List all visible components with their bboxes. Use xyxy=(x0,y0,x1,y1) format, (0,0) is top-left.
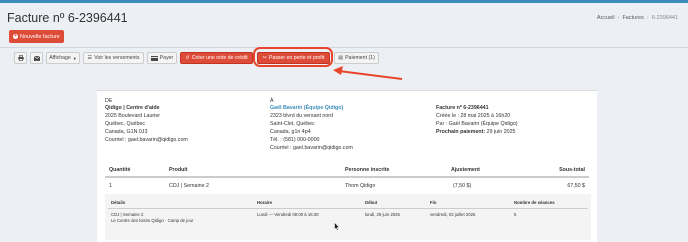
credit-note-button[interactable]: ↺ Créer une note de crédit xyxy=(180,52,253,64)
breadcrumb-separator: › xyxy=(617,15,620,21)
breadcrumb-separator: › xyxy=(646,15,649,21)
breadcrumb-current: 6-2396441 xyxy=(651,15,678,21)
col-header-product: Produit xyxy=(169,167,188,173)
undo-icon: ↺ xyxy=(185,55,190,61)
invoice-author: Par : Gaël Bavarin (Équipe Qidigo) xyxy=(436,121,518,127)
from-address-line3: Canada, G1N 0J3 xyxy=(105,129,148,135)
display-dropdown[interactable]: Affichage ▼ xyxy=(46,52,80,64)
view-payments-button[interactable]: ☰ Voir les versements xyxy=(83,52,144,64)
display-dropdown-label: Affichage xyxy=(49,55,71,61)
envelope-icon xyxy=(33,55,40,61)
highlight-annotation xyxy=(253,47,333,67)
col-header-person: Personne inscrite xyxy=(345,167,390,173)
credit-note-label: Créer une note de crédit xyxy=(191,55,248,61)
invoice-card: DE Qidigo | Centre d'aide 2025 Boulevard… xyxy=(97,90,597,242)
to-address-line2: Saint-Clet, Québec xyxy=(270,121,315,127)
next-payment-date: 29 juin 2025 xyxy=(486,129,516,135)
row-product: CDJ | Semaine 2 xyxy=(169,183,209,189)
row-quantity: 1 xyxy=(109,183,112,189)
file-icon: ▤ xyxy=(338,55,344,61)
new-invoice-label: Nouvelle facture xyxy=(20,33,60,40)
table-header-divider xyxy=(105,176,589,178)
print-button[interactable] xyxy=(14,52,27,64)
details-header-start: Début xyxy=(365,200,378,205)
credit-card-icon xyxy=(150,55,158,61)
divider xyxy=(0,47,688,48)
row-subtotal: 67,50 $ xyxy=(567,183,585,189)
col-header-adjustment: Ajustement xyxy=(451,167,480,173)
breadcrumb: Accueil › Factures › 6-2396441 xyxy=(597,15,678,21)
print-icon xyxy=(17,55,24,61)
list-icon: ☰ xyxy=(87,55,93,61)
from-email: Courriel : gael.bavarin@qidigo.com xyxy=(105,137,188,143)
pay-button[interactable]: Payer xyxy=(147,52,177,64)
details-line2: Le Centre des loisirs Qidigo · Camp de j… xyxy=(111,218,194,223)
next-payment: Prochain paiement: 29 juin 2025 xyxy=(436,129,516,137)
row-person: Thom Qidigo xyxy=(345,183,376,189)
from-address-line1: 2025 Boulevard Laurier xyxy=(105,113,161,119)
details-start: lundi, 29 juin 2026 xyxy=(365,212,400,217)
row-adjustment: (7,50 $) xyxy=(453,183,472,189)
invoice-number: Facture nº 6-2396441 xyxy=(436,105,489,111)
details-end: vendredi, 03 juillet 2026 xyxy=(430,212,476,217)
to-name-link[interactable]: Gaël Bavarin (Équipe Qidigo) xyxy=(270,105,343,113)
col-header-quantity: Quantité xyxy=(109,167,131,173)
details-header-schedule: Horaire xyxy=(257,200,273,205)
page-title: Facture nº 6-2396441 xyxy=(7,11,128,25)
details-header-details: Détails xyxy=(111,200,126,205)
details-schedule: Lundi — Vendredi 09:00 à 16:30 xyxy=(257,212,319,217)
details-header-sessions: Nombre de séances xyxy=(514,200,555,205)
email-button[interactable] xyxy=(30,52,43,64)
breadcrumb-home[interactable]: Accueil xyxy=(597,15,615,21)
new-invoice-button[interactable]: + Nouvelle facture xyxy=(9,30,64,43)
next-payment-label: Prochain paiement: xyxy=(436,129,486,135)
details-panel: Détails Horaire Début Fin Nombre de séan… xyxy=(105,194,591,240)
arrow-annotation xyxy=(333,66,403,80)
to-address-line3: Canada, g1n 4p4 xyxy=(270,129,311,135)
invoice-created: Créée le : 28 mai 2025 à 16h20 xyxy=(436,113,511,119)
plus-circle-icon: + xyxy=(13,33,18,39)
breadcrumb-invoices[interactable]: Factures xyxy=(622,15,643,21)
top-bar xyxy=(0,0,688,3)
payment-label: Paiement (1) xyxy=(345,55,375,61)
pay-label: Payer xyxy=(159,55,174,61)
details-header-end: Fin xyxy=(430,200,437,205)
to-phone: Tél. : (581) 000-0000 xyxy=(270,137,320,143)
caret-down-icon: ▼ xyxy=(72,55,77,61)
details-sessions: 5 xyxy=(514,212,517,217)
to-email: Courriel : gael.bavarin@qidigo.com xyxy=(270,145,353,151)
to-address-line1: 2323 blvrd du versant nord xyxy=(270,113,334,119)
mouse-cursor-icon xyxy=(334,222,340,231)
details-header-divider xyxy=(108,208,588,209)
from-name: Qidigo | Centre d'aide xyxy=(105,105,160,111)
from-address-line2: Québec, Québec xyxy=(105,121,146,127)
view-payments-label: Voir les versements xyxy=(94,55,140,61)
col-header-subtotal: Sous-total xyxy=(559,167,585,173)
